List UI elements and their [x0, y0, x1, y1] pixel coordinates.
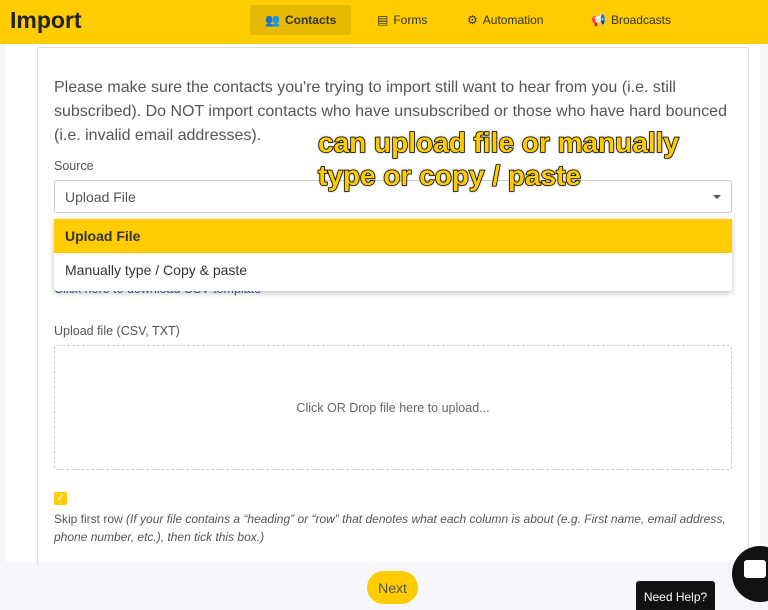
dropzone-text: Click OR Drop file here to upload...	[296, 400, 490, 415]
page-title: Import	[10, 7, 82, 33]
need-help-button[interactable]: Need Help?	[636, 581, 715, 610]
source-value: Upload File	[65, 189, 136, 205]
annotation-line2: type or copy / paste	[317, 159, 581, 192]
nav-automation[interactable]: ⚙ Automation	[452, 5, 558, 35]
annotation-line1: can upload file or manually	[317, 126, 679, 159]
option-manual[interactable]: Manually type / Copy & paste	[54, 253, 732, 287]
gears-icon: ⚙	[467, 13, 478, 27]
source-dropdown: Upload File Manually type / Copy & paste	[54, 219, 732, 291]
nav-contacts[interactable]: 👥 Contacts	[250, 5, 352, 35]
caret-down-icon	[713, 195, 721, 199]
next-button[interactable]: Next	[367, 571, 418, 604]
skip-label: Skip first row	[54, 512, 123, 526]
upload-label: Upload file (CSV, TXT)	[54, 324, 180, 338]
file-dropzone[interactable]: Click OR Drop file here to upload...	[54, 345, 732, 470]
skip-hint: (If your file contains a “heading” or “r…	[54, 512, 726, 544]
header: Import 👥 Contacts ▤ Forms ⚙ Automation 📢 Bro…	[0, 0, 768, 44]
nav-forms[interactable]: ▤ Forms	[362, 5, 442, 35]
option-upload-file[interactable]: Upload File	[54, 219, 732, 253]
source-label: Source	[54, 159, 94, 173]
annotation: can upload file or manually type or copy …	[317, 126, 679, 192]
nav-broadcasts[interactable]: 📢 Broadcasts	[576, 5, 686, 35]
form-icon: ▤	[377, 13, 389, 27]
users-icon: 👥	[265, 13, 280, 27]
skip-first-row-checkbox[interactable]: ✓	[54, 492, 67, 505]
skip-first-row-label: Skip first row (If your file contains a …	[54, 510, 744, 546]
megaphone-icon: 📢	[591, 13, 606, 27]
chat-icon	[744, 560, 766, 578]
